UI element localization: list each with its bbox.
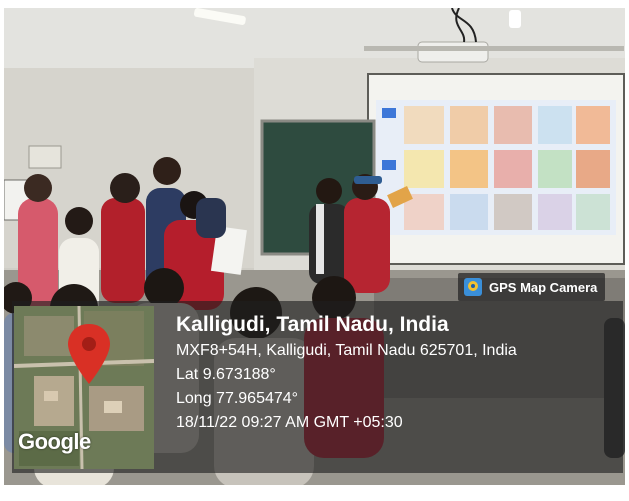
address: MXF8+54H, Kalligudi, Tamil Nadu 625701, … [176,342,517,359]
geotag-text: Kalligudi, Tamil Nadu, India MXF8+54H, K… [176,310,616,435]
gps-map-camera-logo-icon [464,278,482,296]
gps-map-camera-badge: GPS Map Camera [458,273,606,301]
place-name: Kalligudi, Tamil Nadu, India [176,313,449,336]
app-label: GPS Map Camera [489,279,598,295]
longitude: Long 77.965474° [176,390,299,407]
latitude: Lat 9.673188° [176,366,276,383]
photo-frame: GPS Map Camera Google Kalligudi, Tamil N… [4,8,625,485]
timestamp: 18/11/22 09:27 AM GMT +05:30 [176,414,403,431]
map-brand: Google [18,429,91,454]
